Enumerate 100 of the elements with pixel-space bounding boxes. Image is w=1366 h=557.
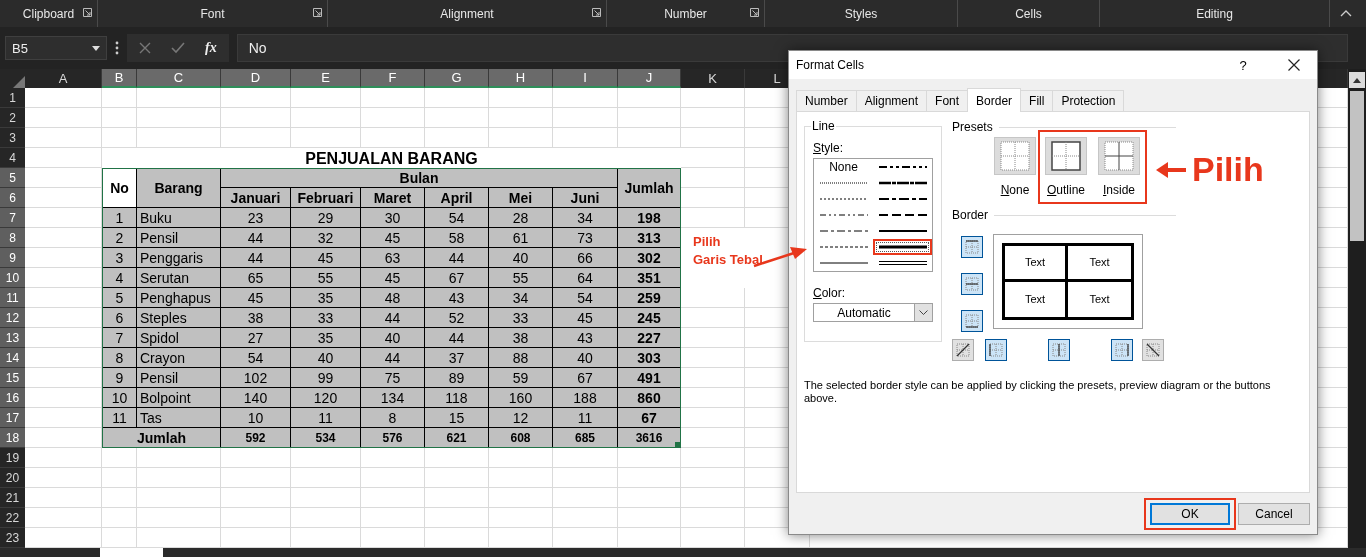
dialog-launcher-icon[interactable] <box>592 8 601 17</box>
caret-icon[interactable] <box>92 45 100 51</box>
cancel-icon[interactable] <box>139 42 151 54</box>
empty-cell[interactable] <box>553 508 618 528</box>
empty-cell[interactable] <box>553 448 618 468</box>
empty-cell[interactable] <box>425 108 489 128</box>
column-header[interactable]: K <box>681 69 745 88</box>
row-header[interactable]: 9 <box>0 248 25 268</box>
row-header[interactable]: 16 <box>0 388 25 408</box>
row-header[interactable]: 18 <box>0 428 25 448</box>
dialog-button[interactable]: OK <box>1150 503 1230 525</box>
border-toggle-button[interactable] <box>1142 339 1164 361</box>
empty-cell[interactable] <box>681 168 745 188</box>
empty-cell[interactable] <box>681 188 745 208</box>
empty-cell[interactable] <box>291 88 361 108</box>
empty-cell[interactable] <box>489 488 553 508</box>
empty-cell[interactable] <box>137 88 221 108</box>
row-header[interactable]: 14 <box>0 348 25 368</box>
column-header[interactable]: B <box>102 69 137 88</box>
empty-cell[interactable] <box>291 108 361 128</box>
empty-cell[interactable] <box>102 508 137 528</box>
empty-cell[interactable] <box>681 88 745 108</box>
border-toggle-button[interactable] <box>952 339 974 361</box>
column-header[interactable]: A <box>25 69 102 88</box>
empty-cell[interactable] <box>489 508 553 528</box>
column-header[interactable]: J <box>618 69 681 88</box>
row-header[interactable]: 10 <box>0 268 25 288</box>
color-dropdown[interactable]: Automatic <box>813 303 933 322</box>
empty-cell[interactable] <box>425 448 489 468</box>
empty-cell[interactable] <box>102 488 137 508</box>
dialog-tab[interactable]: Alignment <box>855 90 928 111</box>
dialog-tab[interactable]: Number <box>796 90 857 111</box>
empty-cell[interactable] <box>102 88 137 108</box>
row-header[interactable]: 19 <box>0 448 25 468</box>
empty-cell[interactable] <box>618 468 681 488</box>
name-box[interactable]: B5 <box>5 36 107 60</box>
row-header[interactable]: 11 <box>0 288 25 308</box>
border-toggle-button[interactable] <box>1111 339 1133 361</box>
fill-handle[interactable] <box>675 442 680 447</box>
border-toggle-button[interactable] <box>961 310 983 332</box>
empty-cell[interactable] <box>291 488 361 508</box>
border-toggle-button[interactable] <box>1048 339 1070 361</box>
empty-cell[interactable] <box>489 88 553 108</box>
empty-cell[interactable] <box>618 448 681 468</box>
empty-cell[interactable] <box>618 508 681 528</box>
empty-cell[interactable] <box>489 468 553 488</box>
empty-cell[interactable] <box>221 508 291 528</box>
row-header[interactable]: 23 <box>0 528 25 548</box>
empty-cell[interactable] <box>102 448 137 468</box>
up-arrow-icon[interactable] <box>1353 77 1361 83</box>
row-header[interactable]: 1 <box>0 88 25 108</box>
column-header[interactable]: C <box>137 69 221 88</box>
empty-cell[interactable] <box>102 468 137 488</box>
empty-cell[interactable] <box>221 108 291 128</box>
sheet-tab[interactable] <box>100 548 163 557</box>
insert-function-button[interactable]: fx <box>205 40 217 56</box>
collapse-ribbon-icon[interactable] <box>1340 10 1352 17</box>
empty-cell[interactable] <box>221 488 291 508</box>
empty-cell[interactable] <box>361 88 425 108</box>
empty-cell[interactable] <box>681 448 745 468</box>
row-header[interactable]: 4 <box>0 148 25 168</box>
empty-cell[interactable] <box>137 108 221 128</box>
row-header[interactable]: 12 <box>0 308 25 328</box>
row-header[interactable]: 3 <box>0 128 25 148</box>
scrollbar-thumb[interactable] <box>1350 91 1364 241</box>
empty-cell[interactable] <box>681 468 745 488</box>
empty-cell[interactable] <box>361 108 425 128</box>
row-header[interactable]: 8 <box>0 228 25 248</box>
empty-cell[interactable] <box>681 128 745 148</box>
empty-cell[interactable] <box>553 88 618 108</box>
line-style-option[interactable] <box>873 239 932 255</box>
row-header[interactable]: 17 <box>0 408 25 428</box>
empty-cell[interactable] <box>553 468 618 488</box>
empty-cell[interactable] <box>137 448 221 468</box>
dialog-launcher-icon[interactable] <box>313 8 322 17</box>
close-icon[interactable] <box>1288 59 1300 71</box>
dialog-tab[interactable]: Protection <box>1052 90 1125 111</box>
empty-cell[interactable] <box>681 108 745 128</box>
check-icon[interactable] <box>171 42 185 54</box>
line-style-option[interactable]: None <box>814 159 873 175</box>
empty-cell[interactable] <box>291 448 361 468</box>
column-header[interactable]: H <box>489 69 553 88</box>
column-header[interactable]: F <box>361 69 425 88</box>
row-header[interactable]: 21 <box>0 488 25 508</box>
empty-cell[interactable] <box>137 488 221 508</box>
empty-cell[interactable] <box>221 88 291 108</box>
preset-button[interactable] <box>1098 137 1140 175</box>
empty-cell[interactable] <box>618 108 681 128</box>
dialog-launcher-icon[interactable] <box>83 8 92 17</box>
empty-cell[interactable] <box>361 448 425 468</box>
empty-cell[interactable] <box>618 488 681 508</box>
border-toggle-button[interactable] <box>961 273 983 295</box>
empty-cell[interactable] <box>425 488 489 508</box>
empty-cell[interactable] <box>221 468 291 488</box>
row-header[interactable]: 6 <box>0 188 25 208</box>
empty-cell[interactable] <box>681 488 745 508</box>
row-header[interactable]: 20 <box>0 468 25 488</box>
empty-cell[interactable] <box>361 508 425 528</box>
column-header[interactable]: G <box>425 69 489 88</box>
row-header[interactable]: 7 <box>0 208 25 228</box>
